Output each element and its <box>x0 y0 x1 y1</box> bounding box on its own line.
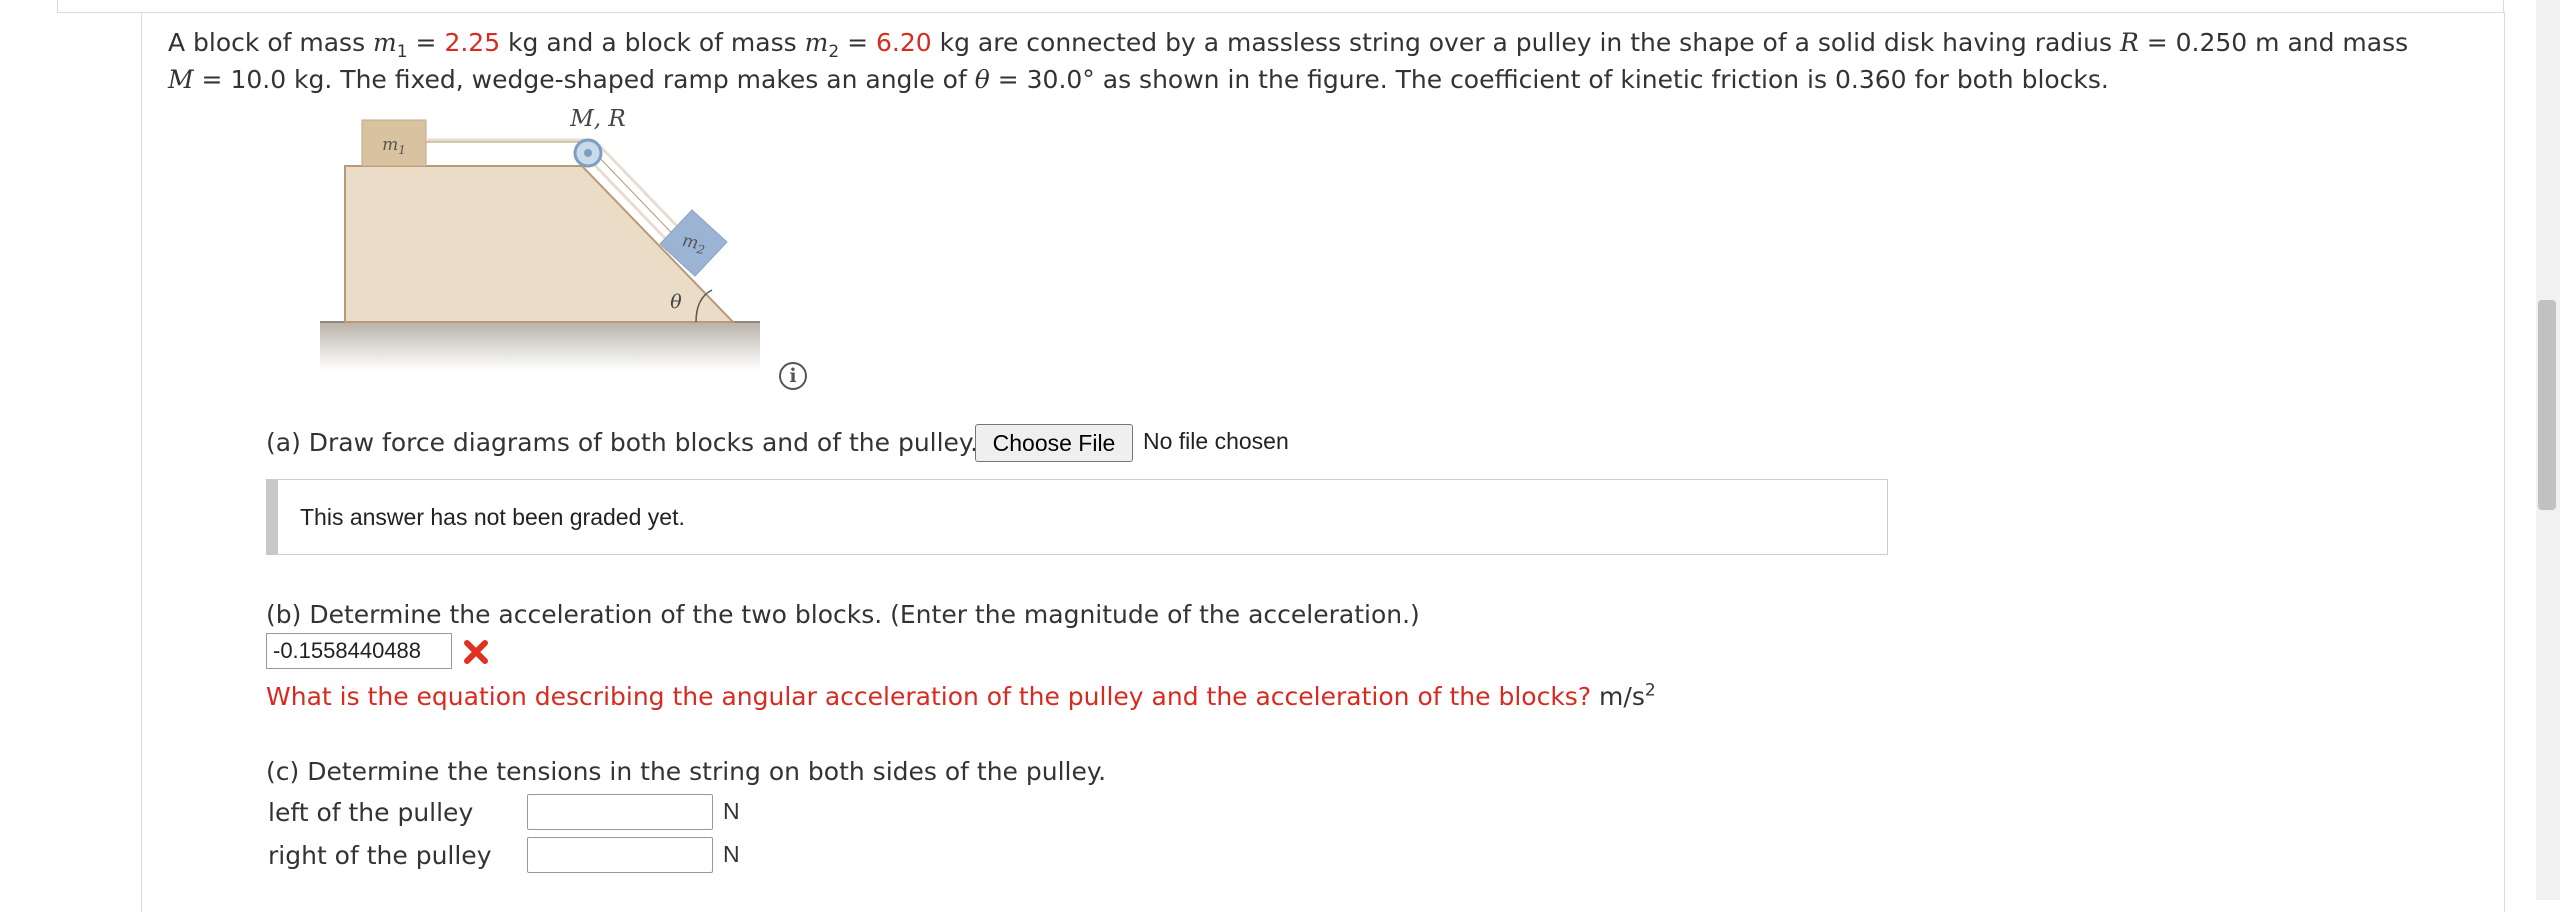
m1-subscript: 1 <box>396 42 408 62</box>
right-tension-input[interactable] <box>527 837 713 873</box>
problem-statement: A block of mass m1 = 2.25 kg and a block… <box>168 24 2468 98</box>
part-a-question: (a) Draw force diagrams of both blocks a… <box>266 428 979 457</box>
choose-file-button[interactable]: Choose File <box>975 424 1133 462</box>
info-icon[interactable]: i <box>779 362 807 390</box>
acceleration-answer-input[interactable]: -0.1558440488 <box>266 633 452 669</box>
part-b-question: (b) Determine the acceleration of the tw… <box>266 600 1420 629</box>
grade-status-text: This answer has not been graded yet. <box>300 504 685 530</box>
m1-value: 2.25 <box>444 28 501 57</box>
problem-text: A block of mass <box>168 28 374 57</box>
ramp-pulley-figure: m1 M, R m2 θ <box>320 100 760 380</box>
m2-symbol: m <box>804 28 829 57</box>
left-tension-unit: N <box>723 798 740 824</box>
right-tension-unit: N <box>723 841 740 867</box>
feedback-hint: What is the equation describing the angu… <box>266 682 1656 711</box>
m1-symbol: m <box>373 28 397 57</box>
problem-text: = 30.0° as shown in the figure. The coef… <box>989 65 2109 94</box>
hint-text: What is the equation describing the angu… <box>266 682 1592 711</box>
right-tension-label: right of the pulley <box>268 841 492 870</box>
left-tension-input[interactable] <box>527 794 713 830</box>
theta-symbol: θ <box>974 65 990 94</box>
label-pulley-MR: M, R <box>569 106 626 132</box>
left-tension-label: left of the pulley <box>268 798 474 827</box>
pulley-mass-symbol: M <box>168 65 194 94</box>
equals: = <box>407 28 445 57</box>
scrollbar-thumb[interactable] <box>2538 300 2556 510</box>
problem-text: kg and a block of mass <box>500 28 805 57</box>
label-theta: θ <box>670 291 682 313</box>
figure-svg: m1 M, R m2 θ <box>320 106 760 370</box>
radius-symbol: R <box>2119 28 2139 57</box>
acceleration-unit: m/s2 <box>1599 680 1656 711</box>
problem-text: = 10.0 kg. The fixed, wedge-shaped ramp … <box>193 65 975 94</box>
floor <box>320 322 760 370</box>
m2-value: 6.20 <box>875 28 932 57</box>
file-status: No file chosen <box>1143 428 1289 454</box>
wrong-x-icon <box>464 640 488 664</box>
problem-text: = 0.250 m and mass <box>2138 28 2409 57</box>
problem-text: kg are connected by a massless string ov… <box>931 28 2120 57</box>
m2-subscript: 2 <box>828 42 840 62</box>
pulley-axle <box>584 149 592 157</box>
equals: = <box>839 28 876 57</box>
part-c-question: (c) Determine the tensions in the string… <box>266 757 1107 786</box>
